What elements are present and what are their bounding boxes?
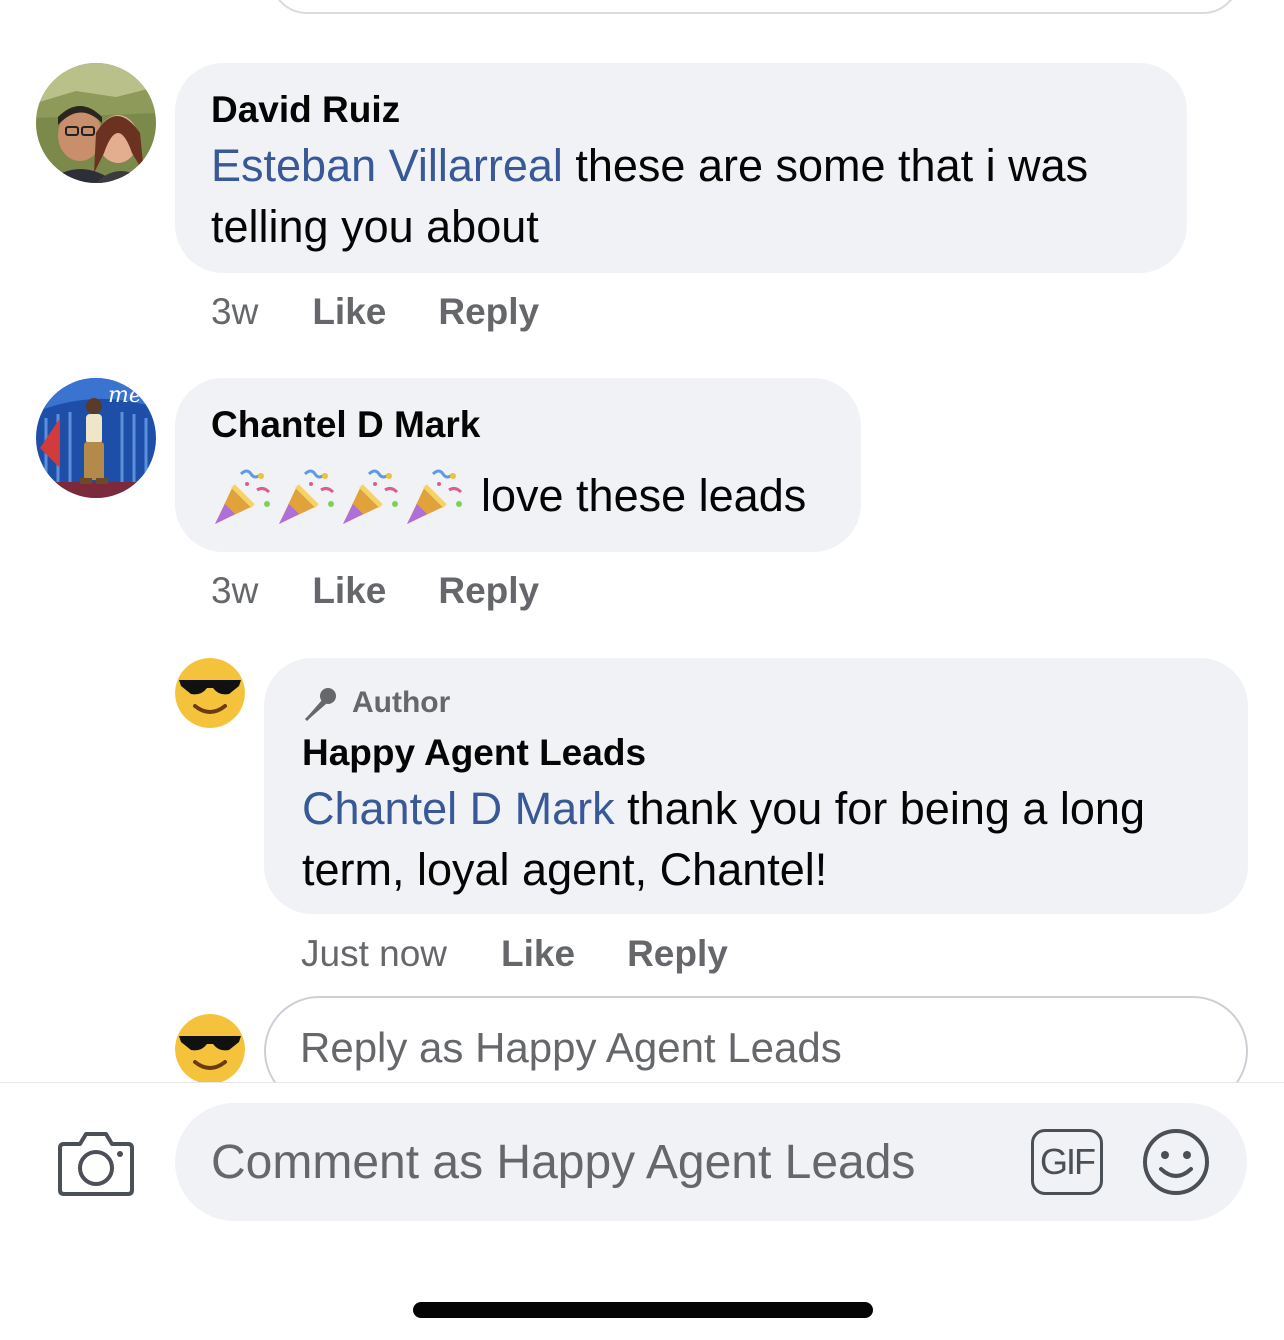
comment-text: love these leads [211,464,806,528]
author-badge-label: Author [352,686,451,719]
party-popper-icon [215,469,271,524]
reply-button[interactable]: Reply [627,933,728,975]
comment-author-name[interactable]: David Ruiz [211,89,400,131]
comment-time: 3w [211,570,259,611]
like-button[interactable]: Like [312,570,386,612]
comment-input[interactable] [211,1135,1011,1190]
comment-composer[interactable]: GIF [175,1103,1247,1221]
comment-actions: 3w Like Reply [211,569,539,613]
svg-text:me: me [108,383,142,408]
reply-author-name[interactable]: Happy Agent Leads [302,732,646,774]
camera-icon[interactable] [58,1126,134,1196]
avatar-david-ruiz[interactable] [36,63,156,183]
reply-actions: Just now Like Reply [301,932,728,976]
comment-author-name[interactable]: Chantel D Mark [211,404,480,446]
current-user-avatar [175,1014,245,1084]
previous-input-edge [270,0,1240,14]
reply-text-line1: thank you for being a long [614,783,1145,834]
party-popper-icon [343,469,399,524]
comment-bubble-chantel-d-mark[interactable]: Chantel D Mark love these leads [175,378,861,552]
reply-text: Chantel D Mark thank you for being a lon… [302,778,1242,900]
gif-button[interactable]: GIF [1031,1129,1103,1195]
home-indicator[interactable] [413,1302,873,1318]
reply-button[interactable]: Reply [438,291,539,333]
like-button[interactable]: Like [501,933,575,975]
reply-input[interactable] [300,1024,1160,1072]
comment-actions: 3w Like Reply [211,290,539,334]
mention-link[interactable]: Chantel D Mark [302,783,615,834]
reply-button[interactable]: Reply [438,570,539,612]
like-button[interactable]: Like [312,291,386,333]
smiley-icon[interactable] [1141,1127,1211,1197]
microphone-icon [304,688,336,722]
party-popper-icon [407,469,463,524]
reply-bubble-happy-agent-leads[interactable]: Author Happy Agent Leads Chantel D Mark … [264,658,1248,914]
comment-text: Esteban Villarreal these are some that i… [211,135,1171,257]
party-popper-icon [279,469,335,524]
comment-text-line1: these are some that i was [562,140,1089,191]
comment-bubble-david-ruiz[interactable]: David Ruiz Esteban Villarreal these are … [175,63,1187,273]
comment-text-body: love these leads [481,470,807,521]
reply-time: Just now [301,933,448,974]
avatar-chantel-d-mark[interactable]: me [36,378,156,498]
comment-text-line2: telling you about [211,201,539,252]
avatar-happy-agent-leads[interactable] [175,658,245,728]
author-badge: Author [302,684,450,722]
comment-time: 3w [211,291,259,332]
mention-link[interactable]: Esteban Villarreal [211,140,563,191]
reply-text-line2: term, loyal agent, Chantel! [302,844,828,895]
